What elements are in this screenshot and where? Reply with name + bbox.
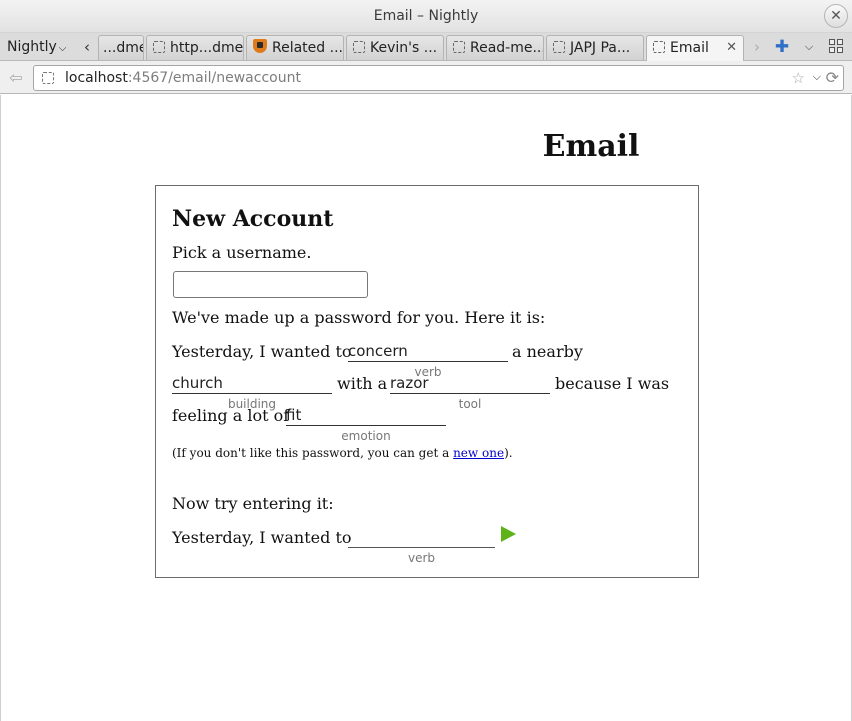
tool-value: razor: [390, 374, 429, 392]
tool-slot: razor tool: [390, 374, 550, 411]
try-entering-label: Now try entering it:: [172, 494, 334, 513]
bookmark-star-icon[interactable]: ☆: [792, 69, 805, 87]
reload-icon[interactable]: ⟳: [826, 68, 839, 87]
verb-value: concern: [348, 342, 408, 360]
page-content: Email New Account Pick a username. We've…: [0, 95, 852, 721]
pick-username-label: Pick a username.: [172, 243, 312, 262]
new-tab-plus-icon[interactable]: ✚: [771, 36, 793, 58]
note-suffix: ).: [504, 446, 513, 460]
dashed-page-icon: [153, 41, 165, 53]
window-title: Email – Nightly: [373, 8, 479, 24]
dashed-page-icon: [553, 41, 565, 53]
tab-label: Read-me...: [470, 40, 544, 56]
note-prefix: (If you don't like this password, you ca…: [172, 446, 454, 460]
tab-scroll-left-icon[interactable]: ‹: [78, 36, 96, 58]
madlib-text: a nearby: [512, 342, 583, 361]
tab-label: ...dme: [103, 40, 144, 56]
madlib-text: because I was: [555, 374, 670, 393]
new-one-link[interactable]: new one: [453, 446, 504, 460]
tab-label: Email: [670, 40, 709, 56]
tab-groups-icon[interactable]: [829, 39, 845, 55]
window-titlebar: Email – Nightly ✕: [0, 0, 852, 33]
tab-readme-1[interactable]: ...dme: [98, 35, 144, 60]
submit-play-icon[interactable]: [501, 526, 516, 542]
madlib-text: feeling a lot of: [172, 406, 290, 425]
tab-bar: Nightly ⌵ ‹ ...dme http...dme Related ...…: [0, 33, 852, 61]
dashed-page-icon: [653, 41, 665, 53]
tab-japj[interactable]: JAPJ Pa...: [546, 35, 644, 60]
madlib-text: Yesterday, I wanted to: [172, 342, 352, 361]
tab-readme-2[interactable]: http...dme: [146, 35, 244, 60]
chevron-down-icon: ⌵: [58, 43, 67, 54]
page-title: Email: [542, 129, 640, 164]
building-slot: church building: [172, 374, 332, 411]
tab-label: Related ...: [272, 40, 343, 56]
madlib-text: with a: [337, 374, 388, 393]
url-host: localhost: [65, 70, 128, 86]
window-close-icon[interactable]: ✕: [824, 4, 848, 28]
tab-scroll-right-icon[interactable]: ›: [748, 36, 766, 58]
tab-kevins[interactable]: Kevin's ...: [346, 35, 444, 60]
app-menu-label: Nightly: [7, 39, 57, 55]
try-verb-hint: verb: [407, 551, 436, 565]
back-arrow-icon[interactable]: ⇦: [6, 68, 26, 88]
tab-related[interactable]: Related ...: [246, 35, 344, 60]
username-input[interactable]: [173, 271, 368, 298]
tab-label: http...dme: [170, 40, 244, 56]
tab-email[interactable]: Email ✕: [646, 35, 744, 61]
app-menu-button[interactable]: Nightly ⌵: [3, 36, 70, 58]
new-password-note: (If you don't like this password, you ca…: [172, 446, 513, 460]
emotion-hint: emotion: [341, 429, 391, 443]
emotion-slot: fit emotion: [286, 406, 446, 443]
password-intro-text: We've made up a password for you. Here i…: [172, 308, 546, 327]
tab-close-icon[interactable]: ✕: [726, 36, 737, 60]
building-value: church: [172, 374, 223, 392]
try-verb-input[interactable]: verb: [348, 528, 495, 565]
emotion-value: fit: [286, 406, 302, 424]
madlib-text: Yesterday, I wanted to: [172, 528, 352, 547]
url-text[interactable]: localhost:4567/email/newaccount: [65, 70, 301, 86]
tab-readme-3[interactable]: Read-me...: [446, 35, 544, 60]
dashed-page-icon: [453, 41, 465, 53]
nav-bar: ⇦ localhost:4567/email/newaccount ☆ ⌵ ⟳: [0, 61, 852, 94]
new-account-card: New Account Pick a username. We've made …: [155, 185, 699, 578]
card-title: New Account: [172, 206, 334, 232]
url-path: :4567/email/newaccount: [127, 70, 301, 86]
dashed-page-icon: [42, 72, 54, 84]
tab-label: JAPJ Pa...: [570, 40, 631, 56]
url-bar[interactable]: localhost:4567/email/newaccount ☆ ⌵ ⟳: [33, 65, 844, 91]
shield-icon: [253, 39, 267, 53]
tab-label: Kevin's ...: [370, 40, 438, 56]
url-history-chevron-icon[interactable]: ⌵: [813, 70, 821, 84]
verb-slot: concern verb: [348, 342, 508, 379]
all-tabs-chevron-icon[interactable]: ⌵: [798, 36, 820, 58]
dashed-page-icon: [353, 41, 365, 53]
